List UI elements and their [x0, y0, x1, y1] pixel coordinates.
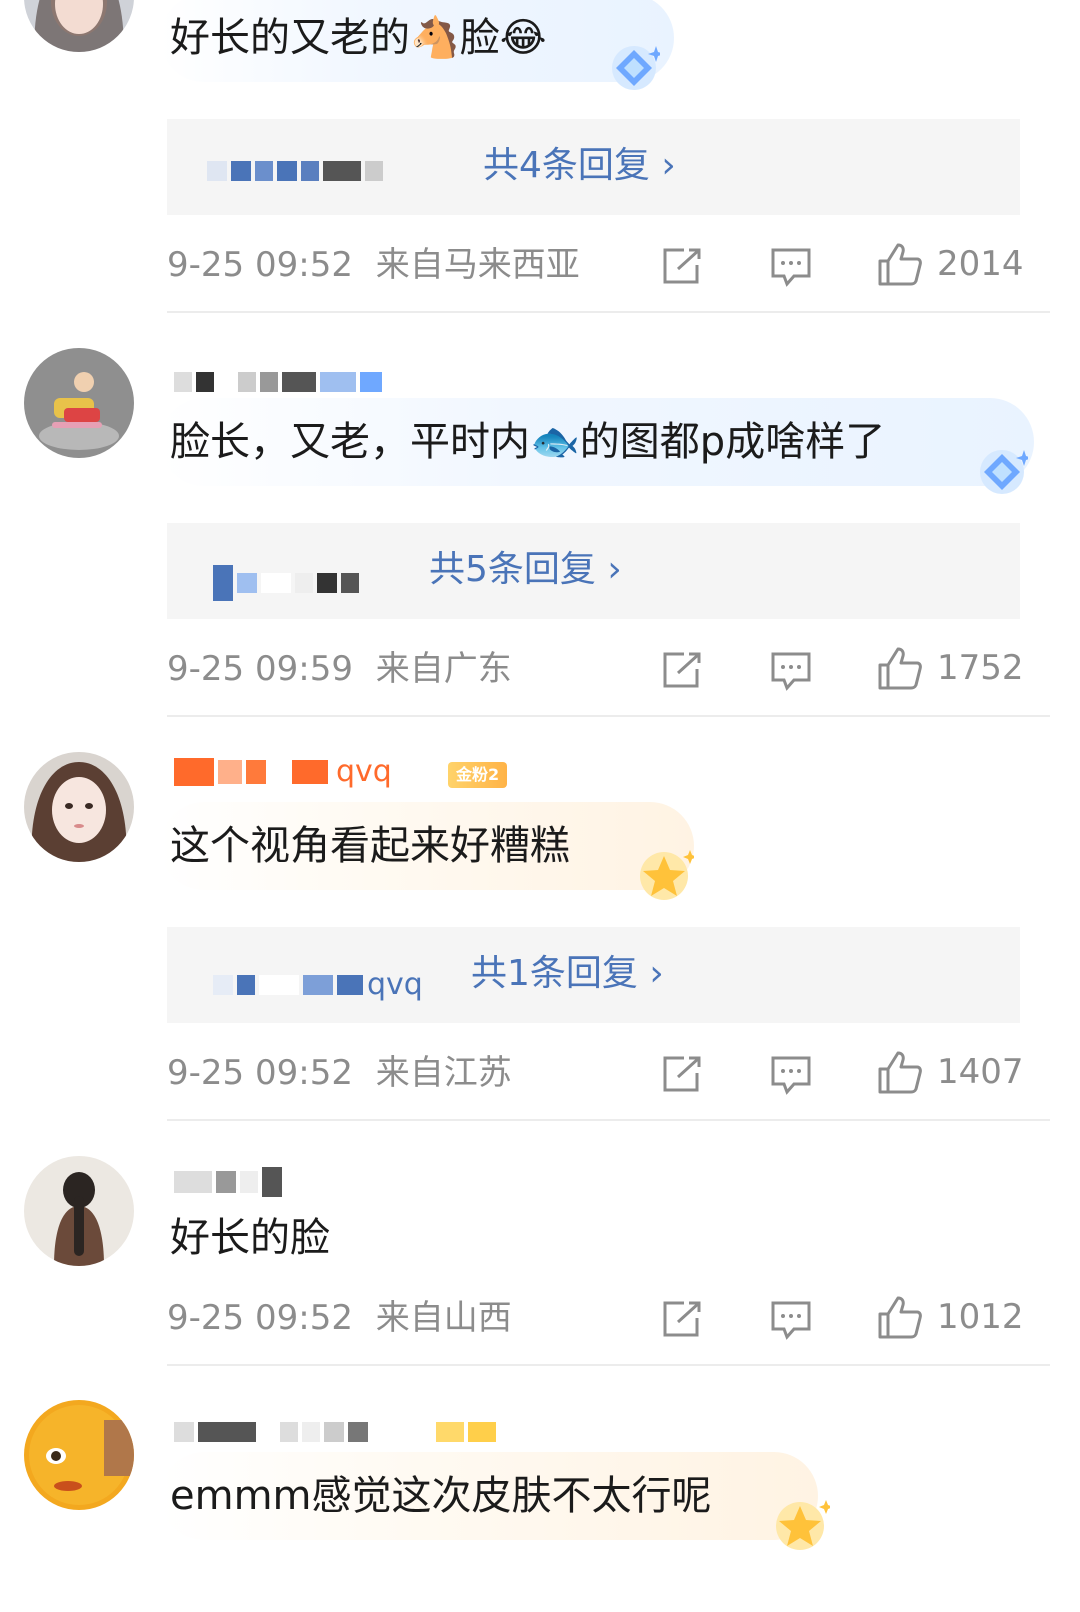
location: 来自山西	[375, 1298, 512, 1338]
share-icon[interactable]	[662, 247, 702, 285]
like-count: 2014	[937, 244, 1024, 284]
like-button[interactable]: 1407	[877, 1049, 1024, 1095]
timestamp: 9-25 09:52	[167, 245, 353, 285]
share-icon[interactable]	[662, 1300, 702, 1338]
comment-text: 好长的脸	[170, 1215, 330, 1261]
comment-text: 脸长，又老，平时内🐟的图都p成啥样了	[170, 419, 886, 465]
avatar[interactable]	[24, 1400, 134, 1510]
comment-text-bubble: 这个视角看起来好糟糕	[160, 802, 694, 890]
comment-text: 好长的又老的🐴脸😂	[170, 15, 547, 61]
reply-username: qvq	[213, 967, 423, 1002]
username[interactable]: qvq	[174, 754, 392, 789]
username[interactable]	[174, 370, 382, 394]
location: 来自广东	[375, 649, 512, 689]
diamond-badge-icon	[980, 450, 1028, 494]
comment-text-bubble: emmm感觉这次皮肤不太行呢	[160, 1452, 818, 1540]
thumbs-up-icon	[878, 647, 922, 690]
reply-preview-box[interactable]: 共5条回复 ›	[167, 523, 1020, 619]
comment-icon[interactable]	[770, 651, 812, 691]
fan-badge: 金粉2	[448, 762, 508, 788]
diamond-badge-icon	[612, 46, 660, 90]
divider	[167, 311, 1050, 313]
divider	[167, 1364, 1050, 1366]
like-button[interactable]: 1752	[877, 645, 1024, 691]
thumbs-up-icon	[878, 1296, 922, 1339]
reply-count-link[interactable]: 共4条回复 ›	[483, 141, 676, 191]
star-badge-icon	[776, 1500, 830, 1550]
reply-username	[213, 565, 359, 601]
timestamp: 9-25 09:52	[167, 1053, 353, 1093]
reply-name-suffix: qvq	[367, 967, 423, 1002]
comment-meta: 9-25 09:52 来自山西	[167, 1296, 512, 1340]
like-button[interactable]: 1012	[877, 1294, 1024, 1340]
username-suffix: qvq	[336, 754, 392, 789]
star-badge-icon	[640, 850, 694, 900]
comment-text-bubble: 好长的脸	[160, 1194, 604, 1282]
reply-username	[207, 159, 383, 183]
like-count: 1407	[937, 1052, 1024, 1092]
like-count: 1012	[937, 1297, 1024, 1337]
avatar[interactable]	[24, 0, 134, 52]
timestamp: 9-25 09:59	[167, 649, 353, 689]
avatar[interactable]	[24, 1156, 134, 1266]
comment-text-bubble: 脸长，又老，平时内🐟的图都p成啥样了	[160, 398, 1034, 486]
username[interactable]	[174, 1167, 282, 1197]
divider	[167, 1119, 1050, 1121]
comment-icon[interactable]	[770, 247, 812, 287]
comment-icon[interactable]	[770, 1300, 812, 1340]
avatar[interactable]	[24, 348, 134, 458]
reply-count-link[interactable]: 共5条回复 ›	[429, 545, 622, 595]
comment-text: 这个视角看起来好糟糕	[170, 823, 570, 869]
comment-meta: 9-25 09:52 来自江苏	[167, 1051, 512, 1095]
location: 来自江苏	[375, 1053, 512, 1093]
share-icon[interactable]	[662, 651, 702, 689]
comment-text-bubble: 好长的又老的🐴脸😂	[160, 0, 674, 82]
location: 来自马来西亚	[375, 245, 580, 285]
avatar[interactable]	[24, 752, 134, 862]
comment-text: emmm感觉这次皮肤不太行呢	[170, 1473, 712, 1519]
reply-count-link[interactable]: 共1条回复 ›	[471, 949, 664, 999]
like-count: 1752	[937, 648, 1024, 688]
comment-meta: 9-25 09:59 来自广东	[167, 647, 512, 691]
like-button[interactable]: 2014	[877, 241, 1024, 287]
share-icon[interactable]	[662, 1055, 702, 1093]
comment-meta: 9-25 09:52 来自马来西亚	[167, 243, 580, 287]
reply-preview-box[interactable]: qvq 共1条回复 ›	[167, 927, 1020, 1023]
thumbs-up-icon	[878, 243, 922, 286]
timestamp: 9-25 09:52	[167, 1298, 353, 1338]
comment-icon[interactable]	[770, 1055, 812, 1095]
divider	[167, 715, 1050, 717]
username[interactable]	[174, 1420, 496, 1444]
reply-preview-box[interactable]: 共4条回复 ›	[167, 119, 1020, 215]
thumbs-up-icon	[878, 1051, 922, 1094]
